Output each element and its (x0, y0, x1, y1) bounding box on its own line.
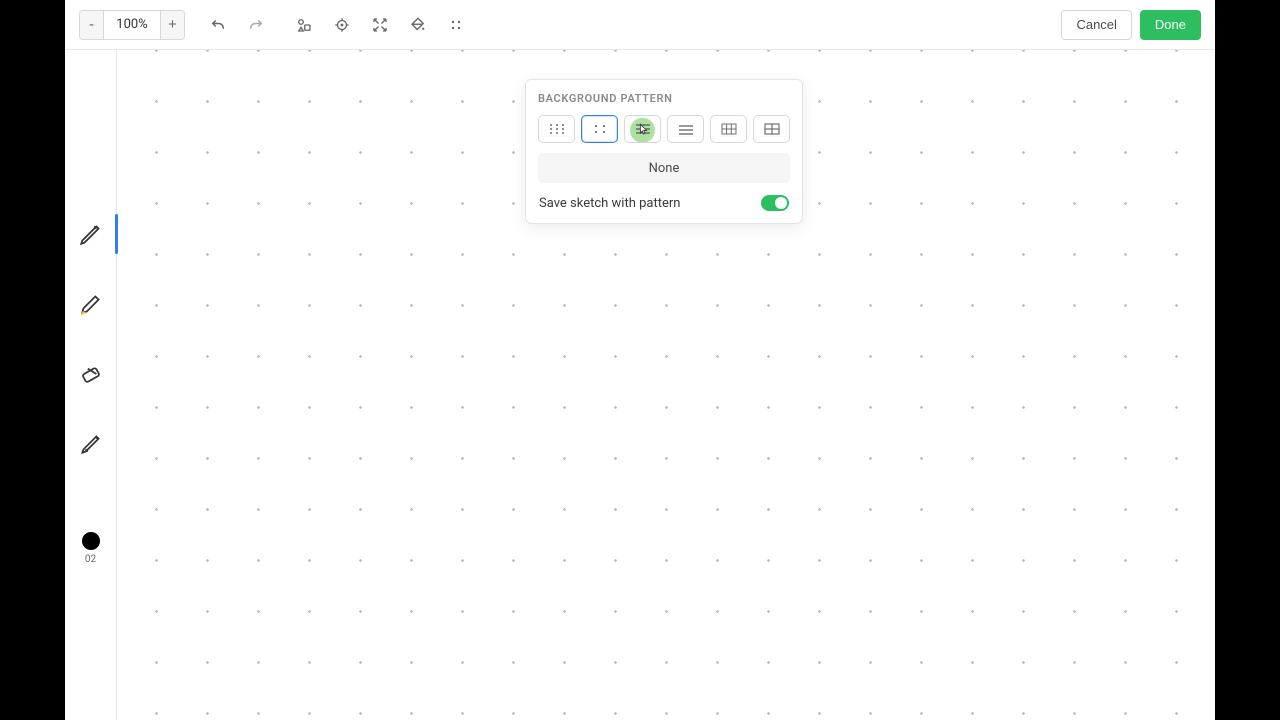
sketch-app: - 100% + Cancel Done (65, 0, 1215, 720)
pattern-dots-small[interactable] (538, 115, 575, 143)
cursor-pointer-icon (636, 123, 650, 140)
zoom-out-button[interactable]: - (80, 10, 104, 40)
background-pattern-popover: BACKGROUND PATTERN (525, 79, 803, 224)
expand-icon (371, 16, 389, 34)
pattern-grid-small[interactable] (710, 115, 747, 143)
zoom-value: 100% (104, 11, 160, 39)
color-index: 02 (85, 554, 96, 565)
save-with-pattern-toggle[interactable] (761, 195, 789, 211)
letterbox-right (1215, 0, 1280, 720)
cutter-icon (78, 431, 104, 457)
pattern-grid-large[interactable] (753, 115, 790, 143)
shapes-icon (295, 16, 313, 34)
fill-icon (409, 16, 427, 34)
highlighter-tool[interactable] (77, 290, 105, 318)
dots-small-icon (548, 122, 566, 136)
zoom-in-button[interactable]: + (160, 10, 184, 40)
done-button[interactable]: Done (1140, 10, 1201, 40)
zoom-group: - 100% + (79, 10, 185, 40)
grid-large-icon (763, 122, 781, 136)
lines-wide-icon (677, 122, 695, 136)
workspace: 02 BACKGROUND PATTERN (65, 50, 1215, 720)
dots-menu-icon (447, 16, 465, 34)
pattern-lines-narrow[interactable] (624, 115, 661, 143)
pattern-options (538, 115, 790, 143)
target-icon (333, 16, 351, 34)
cancel-button[interactable]: Cancel (1061, 10, 1131, 40)
pen-icon (78, 221, 104, 247)
color-chip[interactable]: 02 (82, 532, 100, 565)
highlighter-icon (78, 291, 104, 317)
letterbox-left (0, 0, 65, 720)
pattern-none-button[interactable]: None (538, 153, 790, 183)
dots-sparse-icon (591, 122, 609, 136)
expand-button[interactable] (365, 10, 395, 40)
eraser-tool[interactable] (77, 360, 105, 388)
pattern-lines-wide[interactable] (667, 115, 704, 143)
redo-icon (247, 16, 265, 34)
shapes-button[interactable] (289, 10, 319, 40)
save-with-pattern-row: Save sketch with pattern (538, 193, 790, 213)
pen-tool[interactable] (77, 220, 105, 248)
top-toolbar: - 100% + Cancel Done (65, 0, 1215, 50)
fill-button[interactable] (403, 10, 433, 40)
save-with-pattern-label: Save sketch with pattern (539, 196, 680, 211)
eraser-icon (78, 361, 104, 387)
target-button[interactable] (327, 10, 357, 40)
cutter-tool[interactable] (77, 430, 105, 458)
popover-title: BACKGROUND PATTERN (538, 92, 790, 105)
background-pattern-button[interactable] (441, 10, 471, 40)
grid-small-icon (720, 122, 738, 136)
pattern-dots-sparse[interactable] (581, 115, 618, 143)
color-dot (82, 532, 100, 550)
redo-button[interactable] (241, 10, 271, 40)
undo-icon (209, 16, 227, 34)
tool-rail: 02 (65, 50, 117, 720)
undo-button[interactable] (203, 10, 233, 40)
